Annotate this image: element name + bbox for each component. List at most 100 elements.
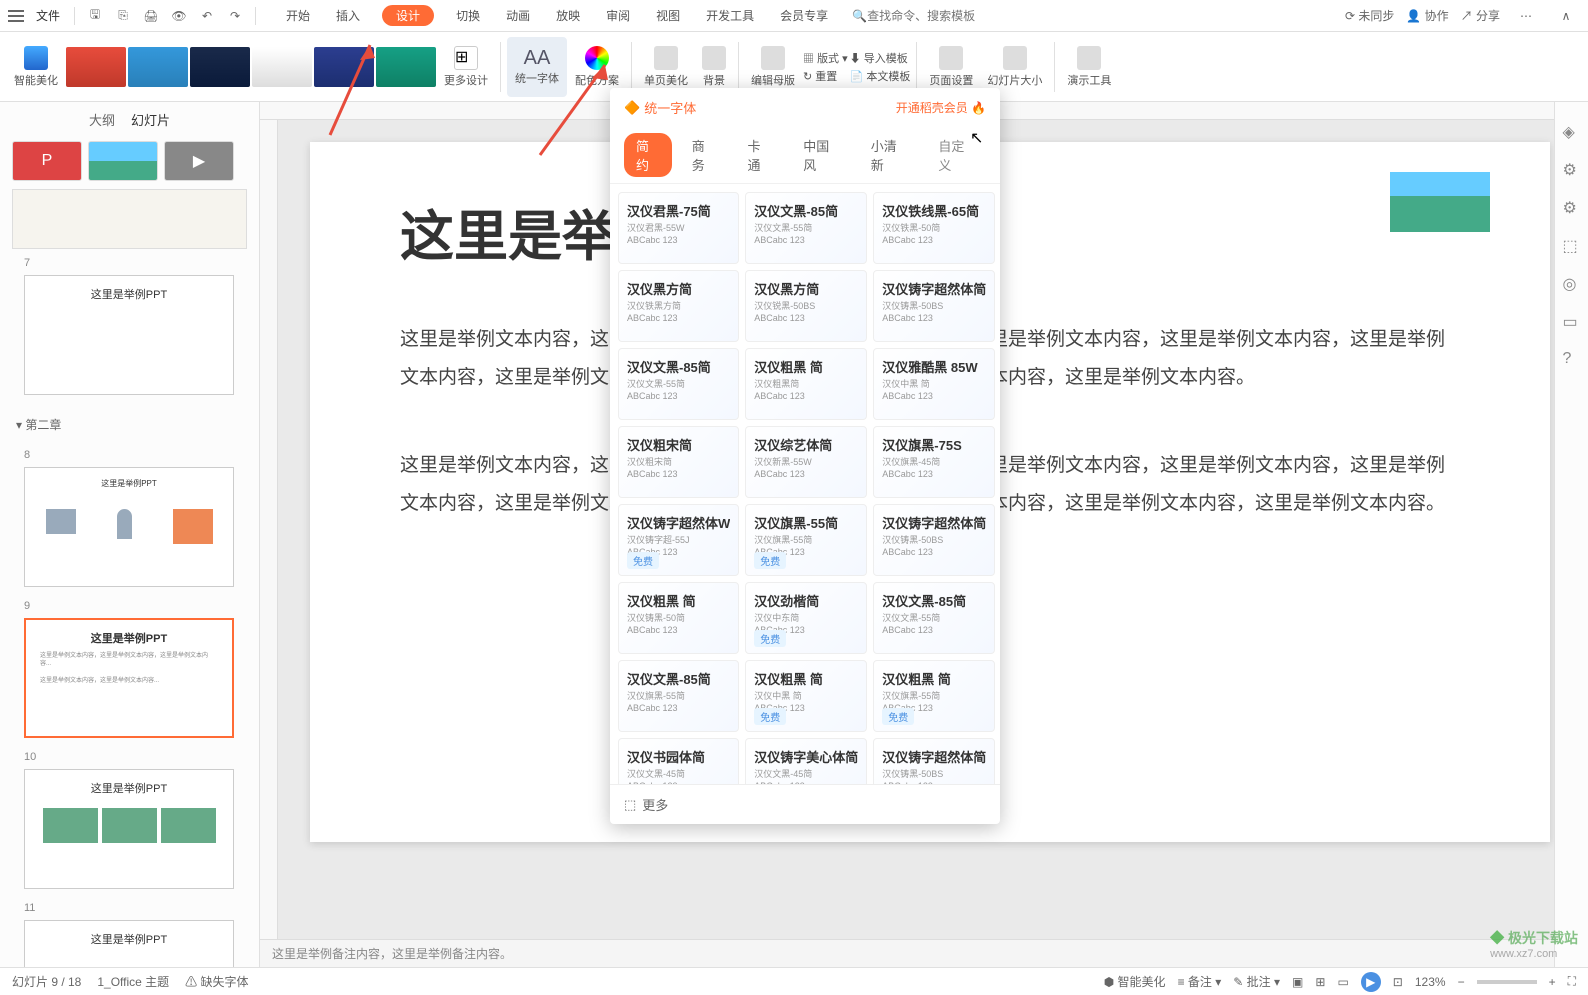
mini-thumb[interactable] xyxy=(88,141,158,181)
collab-button[interactable]: 👤 协作 xyxy=(1406,7,1448,24)
font-card[interactable]: 汉仪粗宋简汉仪粗宋简ABCabc 123 xyxy=(618,426,739,498)
search-box[interactable]: 🔍 xyxy=(852,9,987,23)
fullscreen-icon[interactable]: ⛶ xyxy=(1568,974,1576,989)
font-card[interactable]: 汉仪铸字超然体简汉仪铸黑-50BSABCabc 123 xyxy=(873,504,995,576)
notes-bar[interactable]: 这里是举例备注内容，这里是举例备注内容。 xyxy=(260,939,1554,967)
more-design[interactable]: ⊞ 更多设计 xyxy=(438,37,494,97)
tab-视图[interactable]: 视图 xyxy=(652,5,684,26)
theme-name[interactable]: 1_Office 主题 xyxy=(97,973,169,990)
star-icon[interactable]: ⚙ xyxy=(1563,198,1581,216)
font-card[interactable]: 汉仪黑方简汉仪铁黑方简ABCabc 123 xyxy=(618,270,739,342)
font-card[interactable]: 汉仪铁线黑-65简汉仪铁黑-50简ABCabc 123 xyxy=(873,192,995,264)
promo-link[interactable]: 开通稻壳会员 🔥 xyxy=(896,99,986,116)
notes-toggle[interactable]: ≡ 备注 ▾ xyxy=(1178,973,1222,990)
zoom-slider[interactable] xyxy=(1477,980,1537,984)
tab-插入[interactable]: 插入 xyxy=(332,5,364,26)
file-menu[interactable]: 文件 xyxy=(36,7,60,24)
sync-status[interactable]: ⟳ 未同步 xyxy=(1345,7,1394,24)
mini-thumb[interactable]: P xyxy=(12,141,82,181)
unify-font-button[interactable]: AA 统一字体 xyxy=(507,37,567,97)
font-category-tab[interactable]: 中国风 xyxy=(791,133,851,177)
font-card[interactable]: 汉仪旗黑-55简汉仪旗黑-55简ABCabc 123免费 xyxy=(745,504,867,576)
present-tools[interactable]: 演示工具 xyxy=(1061,37,1117,97)
help-icon[interactable]: ? xyxy=(1563,350,1581,368)
play-button[interactable]: ▶ xyxy=(1361,972,1381,992)
section-header[interactable]: ▾ 第二章 xyxy=(0,408,259,441)
font-card[interactable]: 汉仪劲楷简汉仪中东简ABCabc 123免费 xyxy=(745,582,867,654)
tab-设计[interactable]: 设计 xyxy=(382,5,434,26)
outline-tab[interactable]: 大纲 xyxy=(89,110,115,129)
this-template-btn[interactable]: 📄 本文模板 xyxy=(850,68,911,84)
font-card[interactable]: 汉仪书园体简汉仪文黑-45简ABCabc 123 xyxy=(618,738,739,784)
review-toggle[interactable]: ✎ 批注 ▾ xyxy=(1233,973,1280,990)
tab-开发工具[interactable]: 开发工具 xyxy=(702,5,758,26)
cube-icon[interactable]: ⬚ xyxy=(1563,236,1581,254)
fit-icon[interactable]: ⊡ xyxy=(1393,975,1403,989)
font-card[interactable]: 汉仪铸字超然体简汉仪铸黑-50BSABCabc 123 xyxy=(873,270,995,342)
font-card[interactable]: 汉仪文黑-85简汉仪文黑-55简ABCabc 123 xyxy=(618,348,739,420)
export-icon[interactable]: ⎘ xyxy=(113,6,133,26)
slide-thumb-9[interactable]: 9 这里是举例PPT 这里是举例文本内容，这里是举例文本内容，这里是举例文本内容… xyxy=(24,600,235,743)
slide-thumb-7[interactable]: 7 这里是举例PPT xyxy=(24,257,235,400)
target-icon[interactable]: ◎ xyxy=(1563,274,1581,292)
font-card[interactable]: 汉仪文黑-85简汉仪文黑-55简ABCabc 123 xyxy=(745,192,867,264)
font-card[interactable]: 汉仪粗黑 简汉仪铸黑-50简ABCabc 123 xyxy=(618,582,739,654)
mini-thumb[interactable]: ▶ xyxy=(164,141,234,181)
diamond-icon[interactable]: ◈ xyxy=(1563,122,1581,140)
font-card[interactable]: 汉仪文黑-85简汉仪旗黑-55简ABCabc 123 xyxy=(618,660,739,732)
preview-icon[interactable]: 👁 xyxy=(169,6,189,26)
font-card[interactable]: 汉仪粗黑 简汉仪粗黑简ABCabc 123 xyxy=(745,348,867,420)
expand-icon[interactable]: ∧ xyxy=(1556,6,1576,26)
smart-beautify[interactable]: 智能美化 xyxy=(8,37,64,97)
slides-tab[interactable]: 幻灯片 xyxy=(131,110,170,129)
more-icon[interactable]: ⋯ xyxy=(1516,6,1536,26)
undo-icon[interactable]: ↶ xyxy=(197,6,217,26)
slide-thumb-8[interactable]: 8 这里是举例PPT xyxy=(24,449,235,592)
view-normal[interactable]: ▣ xyxy=(1292,975,1303,989)
font-card[interactable]: 汉仪旗黑-75S汉仪旗黑-45简ABCabc 123 xyxy=(873,426,995,498)
font-category-tab[interactable]: 小清新 xyxy=(859,133,919,177)
font-category-tab[interactable]: 商务 xyxy=(680,133,728,177)
missing-fonts[interactable]: ⚠ 缺失字体 xyxy=(185,973,248,990)
layout-btn[interactable]: ▦ 版式 ▾ xyxy=(803,50,848,66)
font-card[interactable]: 汉仪君黑-75简汉仪君黑-55WABCabc 123 xyxy=(618,192,739,264)
font-card[interactable]: 汉仪文黑-85简汉仪文黑-55简ABCabc 123 xyxy=(873,582,995,654)
tab-放映[interactable]: 放映 xyxy=(552,5,584,26)
font-card[interactable]: 汉仪粗黑 简汉仪中黑 简ABCabc 123免费 xyxy=(745,660,867,732)
template-thumbs[interactable] xyxy=(66,47,436,87)
font-card[interactable]: 汉仪粗黑 简汉仪旗黑-55简ABCabc 123免费 xyxy=(873,660,995,732)
redo-icon[interactable]: ↷ xyxy=(225,6,245,26)
book-icon[interactable]: ▭ xyxy=(1563,312,1581,330)
import-template-btn[interactable]: ⬇ 导入模板 xyxy=(850,50,911,66)
font-card[interactable]: 汉仪雅酷黑 85W汉仪中黑 简ABCabc 123 xyxy=(873,348,995,420)
reset-btn[interactable]: ↻ 重置 xyxy=(803,68,848,84)
view-sorter[interactable]: ⊞ xyxy=(1315,975,1325,989)
settings-icon[interactable]: ⚙ xyxy=(1563,160,1581,178)
font-card[interactable]: 汉仪综艺体简汉仪新黑-55WABCabc 123 xyxy=(745,426,867,498)
font-card[interactable]: 汉仪铸字美心体简汉仪文黑-45简ABCabc 123 xyxy=(745,738,867,784)
tab-动画[interactable]: 动画 xyxy=(502,5,534,26)
font-category-tab[interactable]: 简约 xyxy=(624,133,672,177)
more-fonts[interactable]: ⬚ 更多 xyxy=(610,784,1000,824)
view-reading[interactable]: ▭ xyxy=(1337,975,1348,989)
zoom-level[interactable]: 123% xyxy=(1415,975,1446,989)
menu-icon[interactable] xyxy=(8,15,24,17)
font-card[interactable]: 汉仪铸字超然体W汉仪铸字超-55JABCabc 123免费 xyxy=(618,504,739,576)
zoom-out[interactable]: − xyxy=(1458,975,1465,989)
beach-image[interactable] xyxy=(1390,172,1490,232)
tab-切换[interactable]: 切换 xyxy=(452,5,484,26)
font-card[interactable]: 汉仪铸字超然体简汉仪铸黑-50BSABCabc 123 xyxy=(873,738,995,784)
beautify-status[interactable]: ⬢ 智能美化 xyxy=(1104,973,1166,990)
share-button[interactable]: ↗ 分享 xyxy=(1461,7,1500,24)
search-input[interactable] xyxy=(867,9,987,23)
font-card[interactable]: 汉仪黑方简汉仪锐黑-50BSABCabc 123 xyxy=(745,270,867,342)
save-icon[interactable]: 🖫 xyxy=(85,6,105,26)
custom-font-tab[interactable]: 自定义 xyxy=(926,133,986,177)
slide-thumb-10[interactable]: 10 这里是举例PPT xyxy=(24,751,235,894)
zoom-in[interactable]: + xyxy=(1549,975,1556,989)
tab-审阅[interactable]: 审阅 xyxy=(602,5,634,26)
font-category-tab[interactable]: 卡通 xyxy=(735,133,783,177)
slide-thumb-11[interactable]: 11 这里是举例PPT xyxy=(24,902,235,967)
print-icon[interactable]: 🖨 xyxy=(141,6,161,26)
tab-会员专享[interactable]: 会员专享 xyxy=(776,5,832,26)
